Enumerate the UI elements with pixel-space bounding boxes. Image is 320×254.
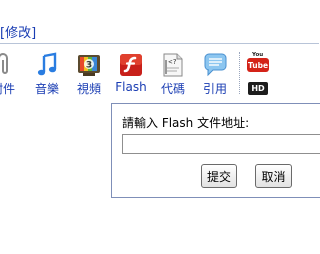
editor-toolbar: 附件 音樂 3 視頻: [0, 44, 319, 100]
edit-link[interactable]: [修改]: [0, 22, 36, 41]
flash-url-dialog: 請輸入 Flash 文件地址: 提交 取消: [111, 103, 320, 198]
toolbar-quote-label: 引用: [202, 82, 228, 96]
flash-url-prompt: 請輸入 Flash 文件地址:: [122, 116, 250, 130]
toolbar-youtube-button[interactable]: You Tube HD: [246, 50, 270, 96]
code-icon: <?: [163, 53, 183, 77]
music-note-icon: [37, 52, 57, 76]
toolbar-attachment-label: 附件: [0, 82, 16, 96]
hd-icon: HD: [248, 82, 268, 95]
editor-panel: [修改] 附件 音樂: [0, 0, 320, 254]
tv-icon: 3: [78, 55, 100, 76]
svg-text:<?: <?: [168, 58, 176, 66]
toolbar-code-label: 代碼: [160, 82, 186, 96]
toolbar-flash-label: Flash: [115, 80, 147, 94]
paperclip-icon: [0, 53, 8, 74]
toolbar-video-label: 視頻: [76, 82, 102, 96]
toolbar-separator: [239, 52, 240, 94]
flash-icon: [120, 54, 142, 76]
flash-url-input[interactable]: [122, 134, 320, 154]
submit-button[interactable]: 提交: [201, 164, 237, 188]
quote-icon: [204, 53, 227, 77]
youtube-icon: You Tube: [247, 52, 269, 72]
svg-text:You: You: [251, 52, 263, 58]
svg-text:Tube: Tube: [248, 61, 268, 70]
toolbar-music-label: 音樂: [34, 82, 60, 96]
svg-text:3: 3: [86, 61, 92, 71]
cancel-button[interactable]: 取消: [255, 164, 292, 188]
